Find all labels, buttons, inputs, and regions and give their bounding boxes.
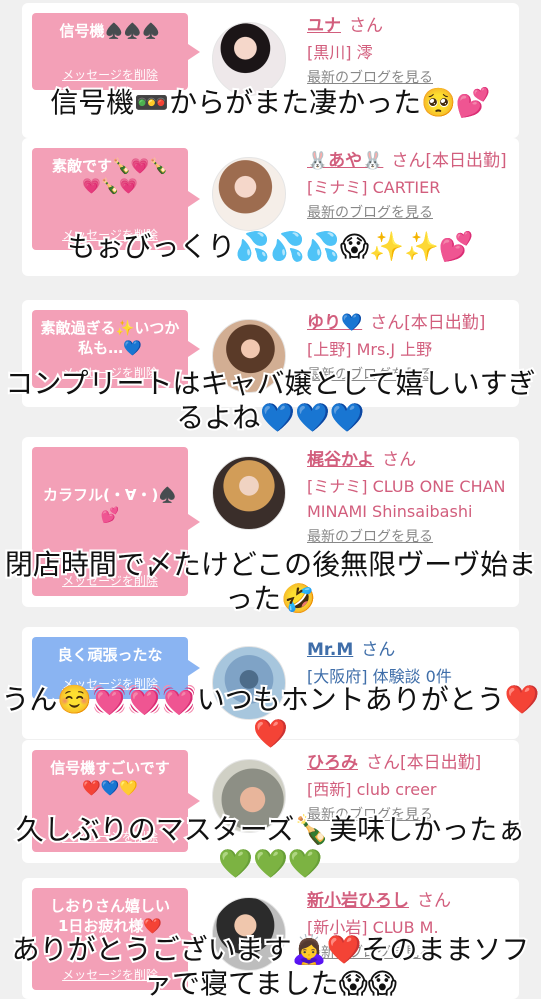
name-line: ゆり💙 さん[本日出勤] <box>307 310 507 336</box>
name-line: 梶谷かよ さん <box>307 447 507 473</box>
profile-name-link[interactable]: ひろみ <box>307 753 358 773</box>
message-text: しおりさん嬉しい 1日お疲れ様❤️ <box>49 897 170 936</box>
profile-name-link[interactable]: 新小岩ひろし <box>307 891 409 911</box>
message-text: 信号機すごいです ❤️💙💛 <box>50 759 170 798</box>
profile-name-link[interactable]: 梶谷かよ <box>307 450 374 470</box>
honorific: さん <box>361 640 396 660</box>
avatar[interactable] <box>212 456 286 530</box>
profile-name-link[interactable]: 🐰あや🐰 <box>307 151 383 171</box>
overlay-caption-7: ありがとうございます🙇‍♀️❤️そのままソファで寝てました😱😱 <box>10 931 532 999</box>
shop-label: [上野] Mrs.J 上野 <box>307 340 433 360</box>
name-line: 🐰あや🐰 さん[本日出勤] <box>307 148 507 174</box>
profile-name-link[interactable]: Mr.M <box>307 640 353 660</box>
shop-label: [ミナミ] CARTIER <box>307 178 441 198</box>
message-list-screen: 信号機♠️♠️♠️ メッセージを削除 ユナ さん [黒川] 澪 最新のブログを見る… <box>0 0 541 999</box>
profile-info: 🐰あや🐰 さん[本日出勤] [ミナミ] CARTIER 最新のブログを見る <box>307 148 507 225</box>
honorific: さん <box>382 450 417 470</box>
overlay-caption-3: コンプリートはキャバ嬢として嬉しいすぎるよね💙💙💙 <box>3 365 537 436</box>
shop-label: [ミナミ] CLUB ONE CHAN MINAMI Shinsaibashi <box>307 477 506 522</box>
name-line: ひろみ さん[本日出勤] <box>307 750 507 776</box>
overlay-caption-4: 閉店時間で〆たけどこの後無限ヴーヴ始まった🤣 <box>3 546 538 617</box>
shop-label: [黒川] 澪 <box>307 43 373 63</box>
profile-info: ユナ さん [黒川] 澪 最新のブログを見る <box>307 13 507 90</box>
latest-blog-link[interactable]: 最新のブログを見る <box>307 203 507 225</box>
overlay-caption-1: 信号機🚥からがまた凄かった🥺💕 <box>48 84 493 121</box>
overlay-caption-2: もぉびっくり💦💦💦😱✨✨💕 <box>65 228 475 265</box>
message-text: カラフル(・∀・)♠️💕 <box>43 486 177 525</box>
honorific: さん[本日出勤] <box>366 753 482 773</box>
message-bubble: 信号機♠️♠️♠️ メッセージを削除 <box>32 13 200 90</box>
avatar[interactable] <box>212 22 286 96</box>
profile-info: 梶谷かよ さん [ミナミ] CLUB ONE CHAN MINAMI Shinsa… <box>307 447 507 549</box>
honorific: さん[本日出勤] <box>370 313 486 333</box>
message-text: 良く頑張ったな <box>57 646 163 664</box>
honorific: さん[本日出勤] <box>391 151 507 171</box>
name-line: Mr.M さん <box>307 637 507 663</box>
message-text: 信号機♠️♠️♠️ <box>59 22 161 40</box>
overlay-caption-5: うん☺️💓💓💓いつもホントありがとう❤️❤️ <box>0 681 541 752</box>
honorific: さん <box>417 891 451 911</box>
avatar[interactable] <box>212 157 286 231</box>
name-line: 新小岩ひろし さん <box>307 888 507 914</box>
shop-label: [西新] club creer <box>307 780 437 800</box>
profile-name-link[interactable]: ユナ <box>307 16 341 36</box>
name-line: ユナ さん <box>307 13 507 39</box>
profile-name-link[interactable]: ゆり💙 <box>307 313 362 333</box>
message-text: 素敵です🍾💗🍾 💗🍾💗 <box>51 157 169 196</box>
honorific: さん <box>349 16 383 36</box>
overlay-caption-6: 久しぶりのマスターズ🍾美味しかったぁ💚💚💚 <box>14 811 527 882</box>
delete-message-link[interactable]: メッセージを削除 <box>32 67 188 83</box>
message-text: 素敵過ぎる✨いつか私も…💙 <box>40 319 180 358</box>
latest-blog-link[interactable]: 最新のブログを見る <box>307 527 507 549</box>
